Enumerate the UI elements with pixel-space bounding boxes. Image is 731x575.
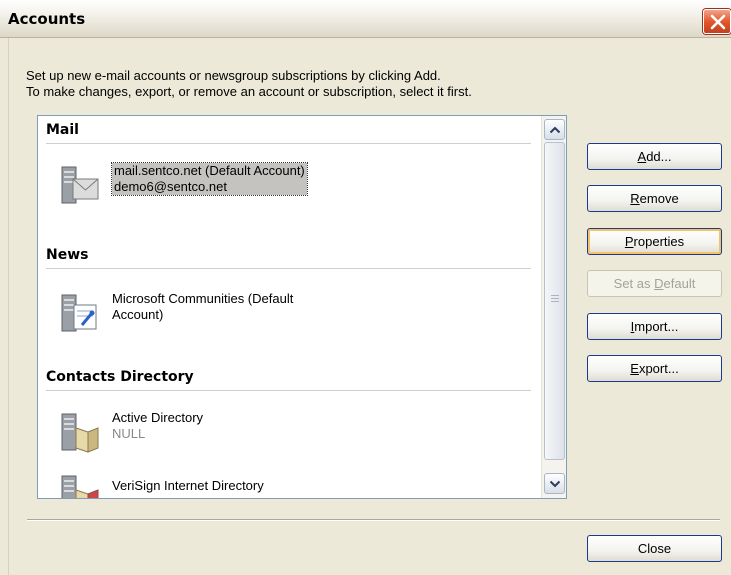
account-name: VeriSign Internet Directory [112,478,264,493]
add-label-post: dd... [646,149,672,164]
window-title: Accounts [8,10,86,28]
accounts-list[interactable]: Mail mail.sentco.net (Default Account) d… [37,115,567,499]
directory-server-icon [61,475,99,498]
account-detail: NULL [112,426,146,441]
remove-label-post: emove [639,191,679,206]
window-left-border [0,38,9,575]
directory-server-icon [61,413,99,453]
account-text: mail.sentco.net (Default Account) demo6@… [111,162,308,196]
account-name-continued: Account) [112,307,164,322]
import-button[interactable]: Import... [587,313,722,340]
scroll-up-button[interactable] [544,119,565,140]
add-button[interactable]: Add... [587,143,722,170]
scroll-thumb[interactable] [544,142,565,460]
export-label-key: E [630,361,639,376]
import-label-post: mport... [634,319,679,334]
vertical-scrollbar[interactable] [541,116,566,498]
chevron-down-icon [549,480,561,488]
instructions-line-1: Set up new e-mail accounts or newsgroup … [26,68,441,83]
account-text: Microsoft Communities (Default Account) [112,291,293,323]
account-text: Active Directory NULL [112,410,203,442]
group-heading-news: News [46,247,89,263]
properties-label-key: P [624,234,634,249]
set-default-label-pre: Set as [613,276,655,291]
account-text: VeriSign Internet Directory [112,478,264,494]
account-name: mail.sentco.net (Default Account) [114,163,305,178]
account-email: demo6@sentco.net [114,179,227,194]
close-button[interactable]: Close [587,535,722,562]
mail-server-icon [61,166,99,204]
close-window-button[interactable] [703,9,731,34]
news-server-icon [61,294,97,332]
scroll-down-button[interactable] [544,473,565,494]
set-default-label-post: efault [663,276,696,291]
export-label-post: xport... [638,361,679,376]
chevron-up-icon [549,126,561,134]
instructions: Set up new e-mail accounts or newsgroup … [26,68,472,100]
instructions-line-2: To make changes, export, or remove an ac… [26,84,472,99]
close-icon [710,14,726,30]
account-name: Active Directory [112,410,204,425]
set-default-label-key: D [654,276,664,291]
add-label-key: A [637,149,647,164]
selection-highlight: mail.sentco.net (Default Account) demo6@… [111,162,308,196]
properties-label-post: roperties [633,234,685,249]
properties-button[interactable]: Properties [587,228,722,255]
grip-icon [551,295,559,303]
group-heading-mail: Mail [46,122,79,138]
export-button[interactable]: Export... [587,355,722,382]
group-heading-contacts: Contacts Directory [46,369,194,385]
set-as-default-button[interactable]: Set as Default [587,270,722,297]
remove-label-key: R [630,191,640,206]
footer-divider [27,519,720,521]
group-divider [46,268,531,269]
title-bar: Accounts [0,0,731,38]
account-name: Microsoft Communities (Default [112,291,294,306]
group-divider [46,143,531,144]
group-divider [46,390,531,391]
remove-button[interactable]: Remove [587,185,722,212]
